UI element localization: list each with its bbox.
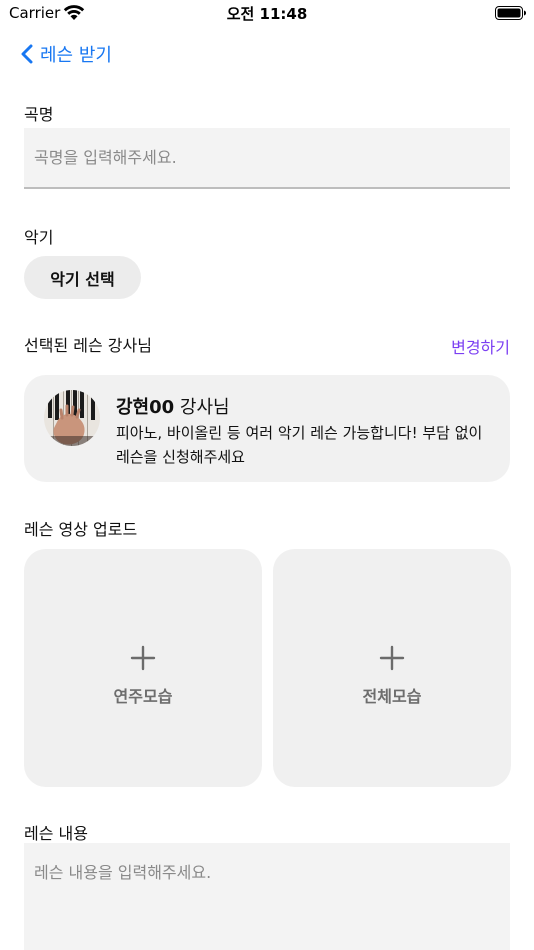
lesson-content-input[interactable] bbox=[24, 843, 510, 950]
instrument-label: 악기 bbox=[24, 228, 54, 247]
status-bar: Carrier 오전 11:48 bbox=[0, 0, 534, 30]
upload-full-video-button[interactable]: 전체모습 bbox=[273, 549, 511, 787]
clock: 오전 11:48 bbox=[226, 5, 308, 23]
plus-icon bbox=[379, 645, 405, 671]
back-button-label: 레슨 받기 bbox=[40, 45, 112, 66]
lesson-content-label: 레슨 내용 bbox=[24, 824, 88, 843]
song-title-label: 곡명 bbox=[24, 105, 54, 124]
back-button[interactable]: 레슨 받기 bbox=[20, 41, 112, 67]
selected-teacher-label: 선택된 레슨 강사님 bbox=[24, 336, 152, 355]
upload-tile-label: 전체모습 bbox=[362, 687, 422, 706]
select-instrument-button[interactable]: 악기 선택 bbox=[24, 256, 141, 299]
lesson-content-field bbox=[24, 843, 510, 950]
teacher-card: 강현00 강사님 피아노, 바이올린 등 여러 악기 레슨 가능합니다! 부담 … bbox=[24, 375, 510, 482]
video-upload-label: 레슨 영상 업로드 bbox=[24, 520, 138, 539]
teacher-description: 피아노, 바이올린 등 여러 악기 레슨 가능합니다! 부담 없이 레슨을 신청… bbox=[116, 424, 483, 466]
song-title-input[interactable] bbox=[24, 128, 510, 187]
teacher-name-line: 강현00 강사님 bbox=[116, 393, 230, 419]
chevron-left-icon bbox=[21, 44, 33, 64]
song-title-field bbox=[24, 128, 510, 189]
upload-tile-label: 연주모습 bbox=[113, 687, 173, 706]
change-teacher-button[interactable]: 변경하기 bbox=[451, 334, 510, 358]
teacher-name: 강현00 bbox=[116, 397, 175, 418]
upload-performance-video-button[interactable]: 연주모습 bbox=[24, 549, 262, 787]
battery-icon bbox=[495, 6, 526, 20]
teacher-title-suffix: 강사님 bbox=[174, 397, 230, 418]
piano-hand-image bbox=[44, 390, 100, 446]
teacher-avatar bbox=[44, 390, 100, 446]
plus-icon bbox=[130, 645, 156, 671]
